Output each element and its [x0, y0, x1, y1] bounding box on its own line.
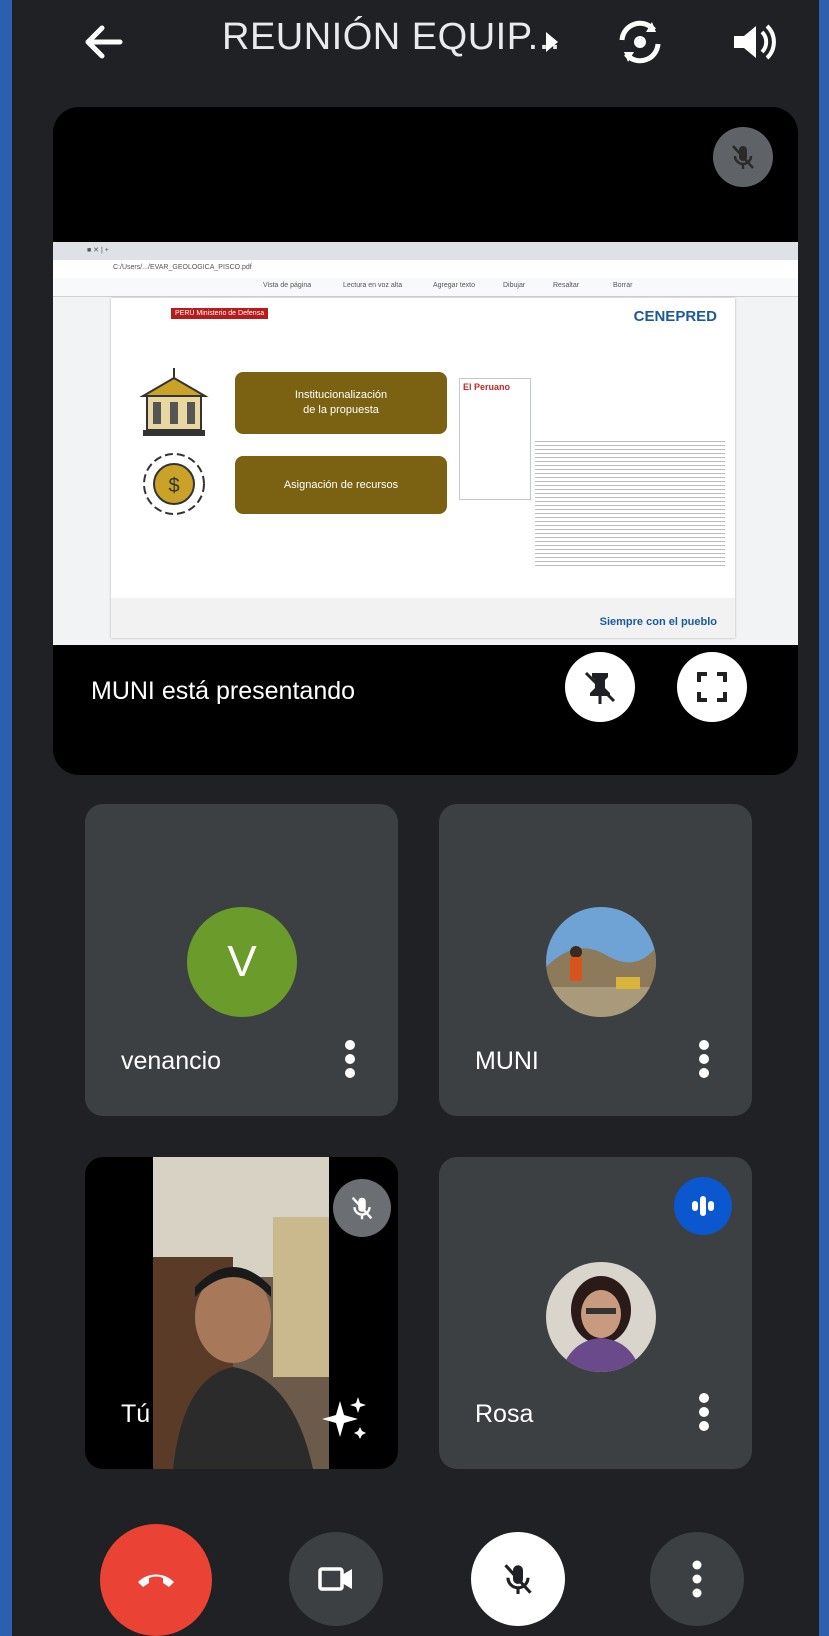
mic-off-icon	[333, 1179, 391, 1237]
speaking-indicator-icon	[674, 1177, 732, 1235]
toolbar-item: Vista de página	[263, 282, 312, 289]
participant-tile-venancio[interactable]: V venancio	[85, 804, 398, 1116]
participant-tile-rosa[interactable]: Rosa	[439, 1157, 752, 1469]
toolbar-item: Lectura en voz alta	[343, 282, 403, 289]
pdf-toolbar: Vista de página Lectura en voz alta Agre…	[53, 278, 798, 297]
more-options-icon[interactable]	[344, 1040, 356, 1078]
toolbar-item: Agregar texto	[433, 282, 476, 289]
document-text	[535, 438, 725, 568]
participant-name: Rosa	[475, 1400, 534, 1428]
participant-name: venancio	[121, 1047, 222, 1075]
browser-tab-bar: ■ ✕ | +	[53, 242, 798, 260]
money-bag-icon: $	[139, 448, 209, 520]
more-options-icon[interactable]	[698, 1040, 710, 1078]
arrow-back-icon[interactable]	[74, 12, 134, 72]
presenting-label: MUNI está presentando	[91, 677, 356, 705]
siempre-logo: Siempre con el pueblo	[599, 616, 717, 628]
participant-name: MUNI	[475, 1047, 539, 1075]
svg-text:$: $	[168, 475, 179, 497]
end-call-button[interactable]	[100, 1524, 212, 1636]
effects-sparkle-icon[interactable]	[320, 1393, 370, 1443]
fullscreen-icon	[697, 672, 727, 702]
org-badge: PERÚ Ministerio de Defensa	[171, 308, 269, 319]
unpin-button[interactable]	[565, 652, 635, 722]
fullscreen-button[interactable]	[677, 652, 747, 722]
caret-right-icon[interactable]	[532, 22, 572, 62]
camera-button[interactable]	[289, 1532, 383, 1626]
toolbar-item: Borrar	[613, 282, 633, 289]
self-video	[153, 1157, 329, 1469]
toolbar-item: Resaltar	[553, 282, 580, 289]
item-asignacion: Asignación de recursos	[235, 456, 447, 514]
presentation-panel[interactable]: ■ ✕ | + C:/Users/.../EVAR_GEOLOGICA_PISC…	[53, 107, 798, 775]
switch-camera-icon[interactable]	[608, 10, 672, 74]
participant-tile-muni[interactable]: MUNI	[439, 804, 752, 1116]
video-camera-icon	[318, 1567, 352, 1591]
item1-line1: Institucionalización	[294, 389, 388, 401]
frame-edge-left	[0, 0, 12, 1636]
avatar	[546, 1262, 656, 1372]
cenepred-logo: CENEPRED	[633, 308, 717, 325]
meeting-title[interactable]: REUNIÓN EQUIP...	[222, 16, 561, 59]
microphone-button[interactable]	[471, 1532, 565, 1626]
participant-tile-self[interactable]: Tú	[85, 1157, 398, 1469]
slide: PERÚ Ministerio de Defensa CENEPRED Inst…	[111, 298, 735, 638]
building-icon	[139, 366, 209, 438]
participant-name: Tú	[121, 1400, 151, 1428]
browser-tab: ■ ✕ | +	[87, 247, 109, 254]
document-title: El Peruano	[463, 382, 511, 392]
volume-icon[interactable]	[724, 12, 784, 72]
more-options-icon[interactable]	[698, 1393, 710, 1431]
shared-screen: ■ ✕ | + C:/Users/.../EVAR_GEOLOGICA_PISC…	[53, 242, 798, 645]
item1-line2: de la propuesta	[303, 404, 379, 416]
browser-url: C:/Users/.../EVAR_GEOLOGICA_PISCO.pdf	[113, 264, 252, 271]
end-call-icon	[138, 1574, 174, 1587]
browser-address-bar: C:/Users/.../EVAR_GEOLOGICA_PISCO.pdf	[53, 260, 798, 279]
more-vert-icon	[692, 1560, 702, 1598]
more-options-button[interactable]	[650, 1532, 744, 1626]
toolbar-item: Dibujar	[503, 282, 526, 289]
item-institucionalizacion: Institucionalización de la propuesta	[235, 372, 447, 434]
pin-off-icon	[584, 671, 616, 704]
document-thumbnail	[459, 378, 531, 500]
top-bar: REUNIÓN EQUIP...	[12, 0, 819, 86]
mic-off-icon	[504, 1564, 532, 1594]
avatar: V	[187, 907, 297, 1017]
mic-off-icon	[713, 127, 773, 187]
avatar	[546, 907, 656, 1017]
call-controls	[0, 1520, 829, 1636]
frame-edge-right	[819, 0, 829, 1636]
